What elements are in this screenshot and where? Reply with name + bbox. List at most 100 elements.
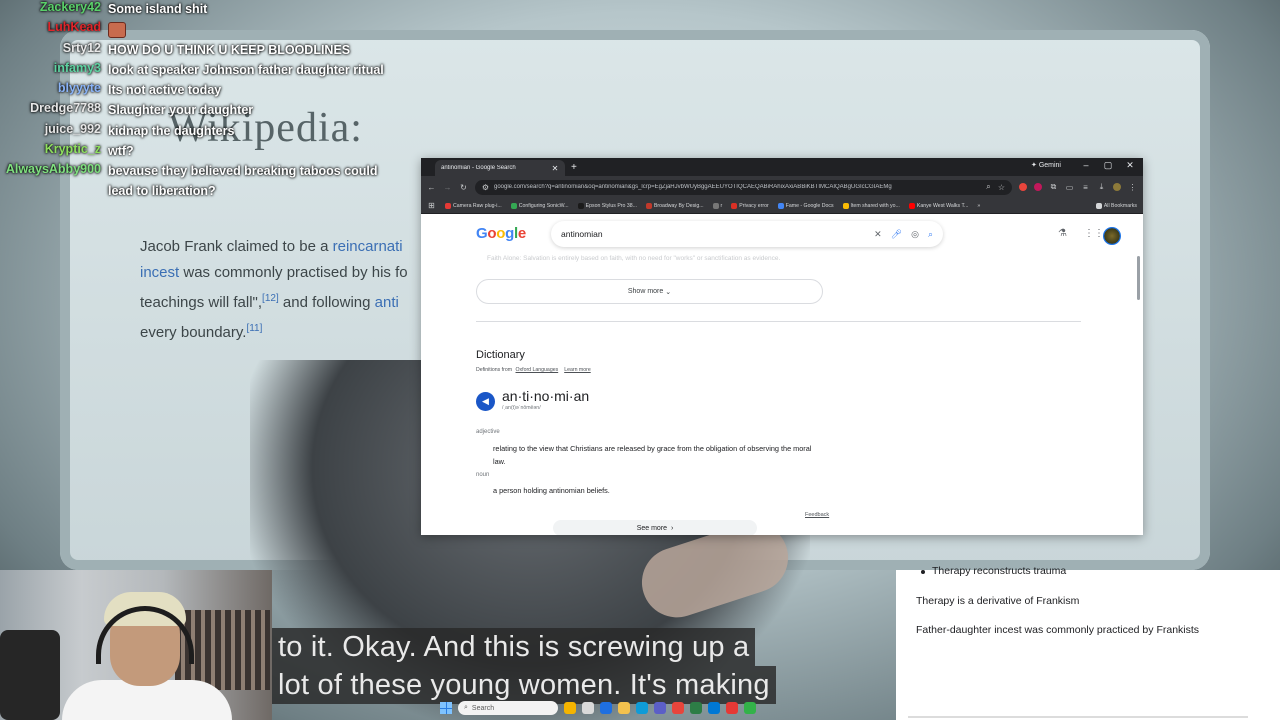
learn-more-link[interactable]: Learn more [564,367,591,373]
tab-title: antinomian - Google Search [441,165,516,171]
taskbar-app-icon[interactable] [654,702,666,714]
chat-username: infamy3 [53,60,101,75]
taskbar-app-icon[interactable] [744,702,756,714]
bookmark-item[interactable]: Broadway By Desig... [645,202,704,209]
search-input[interactable] [561,229,866,239]
extension-icon[interactable] [1034,183,1042,191]
chat-message: Zackery42 Some island shit [0,0,420,20]
edge-icon[interactable] [636,702,648,714]
google-logo[interactable]: Google [476,225,526,242]
downloads-icon[interactable]: ⤓ [1097,182,1106,192]
pronunciation-speaker-icon[interactable]: ◀︎ [476,392,495,411]
extensions-puzzle-icon[interactable]: ⧉ [1049,182,1058,192]
bookmark-item[interactable]: Fame - Google Docs [777,202,834,209]
search-icon[interactable]: ⌕ [928,229,933,240]
taskbar-app-icon[interactable] [708,702,720,714]
show-more-button[interactable]: Show more ⌄ [476,279,823,304]
bookmark-favicon [712,202,719,209]
bookmark-favicon [777,202,784,209]
tab-close-icon[interactable]: ✕ [551,164,559,173]
new-tab-icon[interactable]: + [571,162,577,173]
chat-text: kidnap the daughters [108,123,235,138]
bookmark-item[interactable]: Epson Stylus Pro 38... [577,202,637,209]
taskbar-search[interactable]: ⌕ Search [458,701,558,715]
google-search-box[interactable]: ✕ 🎤︎ ◎ ⌕ [551,221,943,247]
bookmark-favicon [908,202,915,209]
dictionary-source: Definitions from Oxford Languages Learn m… [476,367,591,373]
apps-grid-icon[interactable]: ⊞ [427,201,436,210]
reload-icon[interactable]: ↻ [459,183,468,192]
chrome-icon[interactable] [672,702,684,714]
tab-google-search[interactable]: antinomian - Google Search ✕ [435,159,565,177]
chat-text: Slaughter your daughter [108,103,254,118]
taskbar-app-icon[interactable] [564,702,576,714]
chat-text: wtf? [108,144,134,159]
bookmark-favicon [510,202,517,209]
see-more-button[interactable]: See more › [553,520,757,535]
wiki-line: Jacob Frank claimed to be a reincarnati [140,238,403,255]
forward-icon[interactable]: → [443,183,452,192]
browser-toolbar: ← → ↻ ⚙ google.com/search?q=antinomian&o… [421,176,1143,198]
profile-icon[interactable] [1113,183,1121,191]
bookmark-item[interactable]: Configuring SonicW... [510,202,569,209]
caption-line: to it. Okay. And this is screwing up a [272,628,756,666]
taskbar-app-icon[interactable] [582,702,594,714]
sidebar-icon[interactable]: ▭ [1065,183,1074,192]
oxford-languages-link[interactable]: Oxford Languages [516,367,559,373]
clear-icon[interactable]: ✕ [874,229,882,240]
more-bookmarks-icon[interactable]: » [977,203,980,209]
lens-icon[interactable]: ◎ [911,229,919,240]
chat-message: juice_992 kidnap the daughters [0,122,420,142]
maximize-icon[interactable]: ▢ [1101,160,1115,171]
bookmark-favicon [577,202,584,209]
windows-start-icon[interactable] [440,702,452,714]
labs-flask-icon[interactable]: ⚗ [1058,228,1067,239]
faded-result-text: Faith Alone: Salvation is entirely based… [487,255,781,262]
bookmark-item[interactable]: Kanye West Walks T... [908,202,968,209]
zoom-icon[interactable]: ⌕ [984,182,993,192]
chat-text: HOW DO U THINK U KEEP BLOODLINES [108,42,351,57]
show-more-label: Show more [627,288,664,295]
minimize-icon[interactable]: – [1079,160,1093,170]
taskbar-app-icon[interactable] [726,702,738,714]
google-apps-icon[interactable]: ⋮⋮ [1084,228,1104,239]
extension-icon[interactable] [1019,183,1027,191]
chevron-down-icon: ⌄ [665,288,672,296]
browser-titlebar: antinomian - Google Search ✕ + ✦ Gemini … [421,158,1143,177]
bookmark-star-icon[interactable]: ☆ [997,183,1006,192]
chat-username: AlwaysAbby900 [5,162,101,177]
taskbar-app-icon[interactable] [600,702,612,714]
face-emote-icon [108,22,126,39]
media-icon[interactable]: ≡ [1081,183,1090,192]
bookmark-item[interactable]: Camera Raw plug-i... [445,202,502,209]
wiki-line: incest was commonly practised by his fo [140,264,408,281]
chat-username: LuhKead [47,20,101,35]
gemini-button[interactable]: ✦ Gemini [1031,161,1061,169]
dictionary-word: an·ti·no·mi·an [502,388,590,404]
bookmark-item[interactable]: Item shared with yo... [842,202,900,209]
mic-icon[interactable]: 🎤︎ [891,229,902,240]
excel-icon[interactable] [690,702,702,714]
chat-message: AlwaysAbby900 bevause they believed brea… [0,162,420,202]
account-avatar[interactable] [1103,227,1121,245]
site-info-icon[interactable]: ⚙ [481,183,490,192]
folder-icon [1095,202,1102,209]
feedback-link[interactable]: Feedback [805,512,829,518]
page-scrollbar[interactable] [1137,256,1140,300]
video-caption: to it. Okay. And this is screwing up a l… [272,628,824,704]
wiki-line: teachings will fall",[12] and following … [140,293,399,311]
dictionary-heading: Dictionary [476,349,525,361]
all-bookmarks[interactable]: All Bookmarks [1095,202,1137,209]
window-close-icon[interactable]: ✕ [1123,160,1137,171]
wiki-paragraph: Jacob Frank claimed to be a reincarnati … [140,234,430,346]
menu-icon[interactable]: ⋮ [1128,183,1137,192]
definition-adjective: relating to the view that Christians are… [493,444,812,466]
bookmark-item[interactable]: r [712,202,722,209]
wiki-line: every boundary.[11] [140,323,263,341]
part-of-speech-noun: noun [476,472,490,478]
bookmark-item[interactable]: Privacy error [731,202,769,209]
file-explorer-icon[interactable] [618,702,630,714]
chat-message: Kryptic_z wtf? [0,142,420,162]
back-icon[interactable]: ← [427,183,436,192]
address-bar[interactable]: ⚙ google.com/search?q=antinomian&oq=anti… [475,179,1012,195]
